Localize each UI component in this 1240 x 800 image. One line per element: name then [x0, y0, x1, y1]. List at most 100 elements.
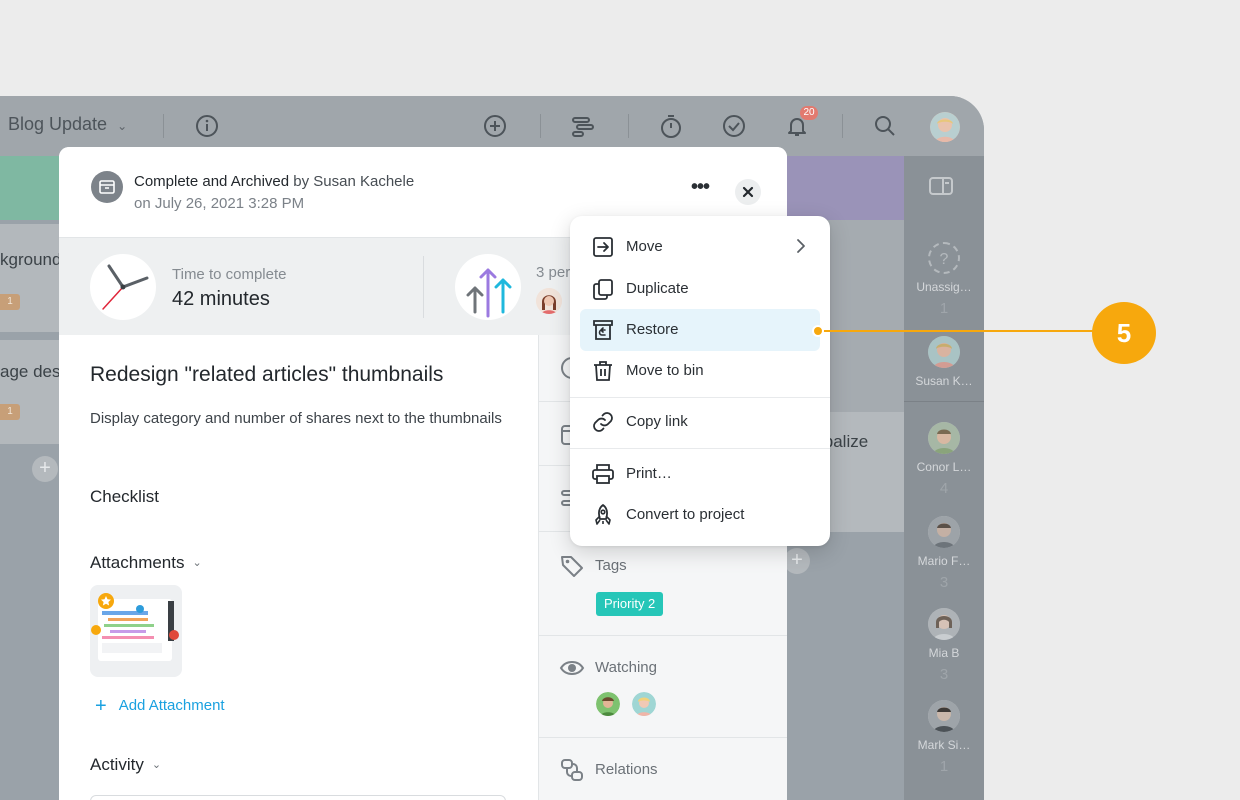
person-name: Mark Si… — [917, 738, 971, 752]
menu-item-label: Convert to project — [626, 506, 745, 523]
attachments-heading: Attachments — [90, 553, 185, 572]
avatar — [928, 700, 960, 732]
task-description[interactable]: Display category and number of shares ne… — [90, 407, 510, 430]
menu-item-restore[interactable]: Restore — [580, 309, 820, 351]
toolbar-divider — [842, 114, 843, 138]
person-unassigned[interactable]: ? Unassig… 1 — [904, 242, 984, 317]
chevron-down-icon: ⌄ — [117, 119, 128, 133]
menu-item-label: Restore — [626, 321, 679, 338]
menu-item-move[interactable]: Move — [580, 226, 820, 268]
toolbar-divider — [628, 114, 629, 138]
task-options-menu: Move Duplicate Restore Move to bin Copy … — [570, 216, 830, 546]
add-icon[interactable] — [482, 113, 508, 139]
up-arrows-icon — [455, 254, 521, 320]
menu-item-convert-to-project[interactable]: Convert to project — [580, 494, 820, 536]
project-name: Blog Update — [8, 114, 108, 134]
restore-icon — [593, 320, 613, 340]
person-task-count: 1 — [939, 300, 949, 317]
menu-item-label: Copy link — [626, 413, 688, 430]
tag-priority[interactable]: Priority 2 — [596, 592, 664, 616]
person-mark[interactable]: Mark Si… 1 — [904, 700, 984, 775]
close-icon — [742, 186, 754, 198]
more-options-button[interactable]: ••• — [687, 177, 713, 201]
archive-icon — [91, 171, 123, 203]
person-conor[interactable]: Conor L… 4 — [904, 422, 984, 497]
status-author: by Susan Kachele — [293, 173, 415, 190]
check-circle-icon[interactable] — [721, 113, 747, 139]
task-card-title: age des — [0, 362, 61, 381]
panel-divider — [539, 635, 787, 636]
person-mario[interactable]: Mario F… 3 — [904, 516, 984, 591]
task-card-chip: 1 — [0, 294, 20, 310]
menu-divider — [570, 397, 830, 398]
activity-section[interactable]: Activity ⌄ — [90, 755, 161, 775]
panel-toggle-icon[interactable] — [928, 176, 954, 196]
callout-line — [818, 330, 1098, 332]
menu-item-label: Move — [626, 238, 663, 255]
stats-divider — [423, 256, 424, 318]
checklist-heading: Checklist — [90, 487, 159, 506]
tag-icon — [559, 553, 585, 579]
relations-icon — [559, 757, 585, 783]
person-name: Mario F… — [917, 554, 971, 568]
avatar[interactable] — [632, 692, 656, 716]
attachment-thumbnail[interactable] — [90, 585, 182, 677]
task-card[interactable] — [0, 224, 60, 332]
activity-heading: Activity — [90, 755, 144, 774]
person-name: Susan K… — [915, 374, 973, 388]
person-task-count: 1 — [939, 758, 949, 775]
menu-divider — [570, 448, 830, 449]
stopwatch-icon[interactable] — [658, 113, 684, 139]
menu-item-label: Move to bin — [626, 362, 704, 379]
duplicate-icon — [593, 279, 613, 300]
menu-item-label: Duplicate — [626, 280, 689, 297]
chevron-down-icon: ⌄ — [192, 557, 202, 569]
time-to-complete-label: Time to complete — [172, 266, 287, 283]
menu-item-print[interactable]: Print… — [580, 453, 820, 495]
task-title[interactable]: Redesign "related articles" thumbnails — [90, 363, 443, 387]
toolbar-divider — [540, 114, 541, 138]
unassigned-icon: ? — [928, 242, 960, 274]
task-card-title: kground — [0, 250, 62, 269]
print-icon — [592, 464, 614, 484]
avatar — [928, 516, 960, 548]
search-icon[interactable] — [872, 113, 898, 139]
menu-item-move-to-bin[interactable]: Move to bin — [580, 350, 820, 392]
avatar — [928, 336, 960, 368]
panel-divider — [539, 737, 787, 738]
add-task-button[interactable]: + — [32, 456, 58, 482]
archive-status: Complete and Archived by Susan Kachele — [134, 173, 414, 190]
info-icon[interactable] — [194, 113, 220, 139]
person-susan[interactable]: Susan K… — [904, 336, 984, 388]
watching-label: Watching — [595, 659, 657, 676]
task-card-chip: 1 — [0, 404, 20, 420]
comment-input[interactable] — [90, 795, 506, 800]
avatar[interactable] — [596, 692, 620, 716]
user-avatar[interactable] — [930, 112, 960, 142]
timeline-icon[interactable] — [570, 113, 596, 139]
status-date: on July 26, 2021 3:28 PM — [134, 195, 305, 212]
callout-dot — [812, 325, 824, 337]
close-button[interactable] — [735, 179, 761, 205]
avatar — [928, 608, 960, 640]
person-name: Mia B — [928, 646, 960, 660]
menu-item-label: Print… — [626, 465, 672, 482]
menu-item-duplicate[interactable]: Duplicate — [580, 268, 820, 310]
attachments-section[interactable]: Attachments ⌄ — [90, 553, 202, 573]
add-task-button[interactable]: + — [784, 548, 810, 574]
people-divider — [904, 401, 984, 402]
rocket-icon — [595, 504, 611, 525]
chevron-right-icon — [797, 239, 805, 253]
callout-number-badge: 5 — [1092, 302, 1156, 364]
person-task-count: 3 — [939, 666, 949, 683]
person-mia[interactable]: Mia B 3 — [904, 608, 984, 683]
project-switcher[interactable]: Blog Update ⌄ — [8, 114, 127, 135]
chevron-down-icon: ⌄ — [151, 759, 162, 771]
time-to-complete-value: 42 minutes — [172, 288, 270, 310]
add-attachment-button[interactable]: + Add Attachment — [95, 693, 225, 717]
eye-icon — [559, 655, 585, 681]
link-icon — [593, 412, 613, 432]
menu-item-copy-link[interactable]: Copy link — [580, 401, 820, 443]
person-task-count: 4 — [939, 480, 949, 497]
task-card[interactable] — [0, 340, 60, 444]
